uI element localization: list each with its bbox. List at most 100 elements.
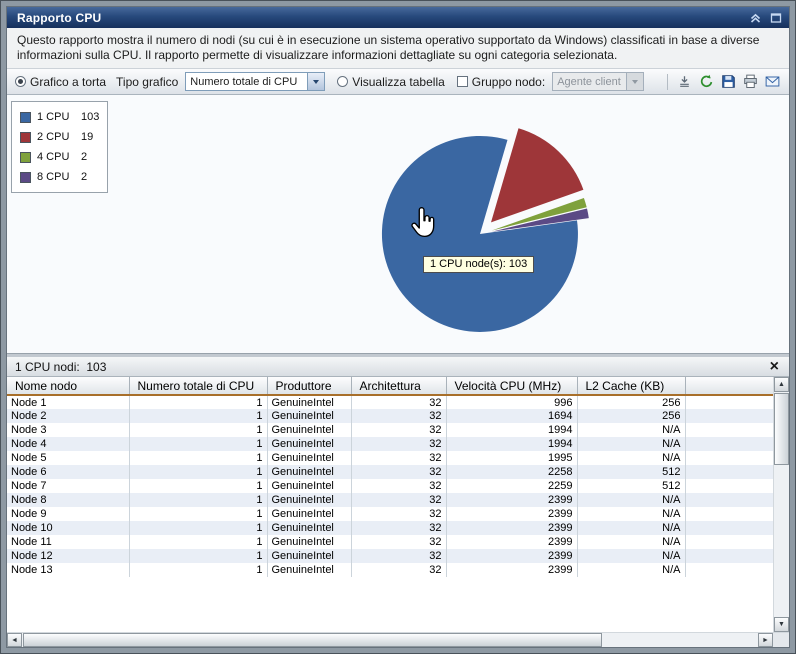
- cell-l2-cache-kb: N/A: [577, 507, 686, 521]
- cell-numero-totale-di-cpu: 1: [129, 479, 268, 493]
- cell-velocit-cpu-mhz: 2399: [446, 563, 578, 577]
- legend-item: 1 CPU 103: [20, 107, 99, 127]
- cell-l2-cache-kb: 512: [577, 479, 686, 493]
- cell-velocit-cpu-mhz: 2399: [446, 549, 578, 563]
- cell-velocit-cpu-mhz: 2399: [446, 521, 578, 535]
- legend-label: 2 CPU: [37, 131, 70, 143]
- node-group-label: Gruppo nodo:: [471, 74, 546, 89]
- cell-produttore: GenuineIntel: [267, 493, 352, 507]
- chart-type-select[interactable]: Numero totale di CPU: [185, 72, 326, 91]
- cell-l2-cache-kb: N/A: [577, 451, 686, 465]
- legend-value: 19: [81, 131, 94, 143]
- cell-l2-cache-kb: N/A: [577, 563, 686, 577]
- cell-architettura: 32: [351, 423, 447, 437]
- column-header[interactable]: L2 Cache (KB): [577, 377, 686, 396]
- table-row[interactable]: Node 11 1 GenuineIntel 32 2399 N/A: [7, 535, 773, 549]
- cell-numero-totale-di-cpu: 1: [129, 507, 268, 521]
- chevron-down-glyph: [632, 79, 639, 84]
- chart-area: 1 CPU 103 2 CPU 19 4 CPU 2 8 CPU 2 1 CPU node(s…: [7, 95, 789, 353]
- pie-chart-radio[interactable]: Grafico a torta: [15, 75, 106, 89]
- column-header[interactable]: Nome nodo: [7, 377, 130, 396]
- cell-l2-cache-kb: N/A: [577, 535, 686, 549]
- print-icon[interactable]: [742, 73, 759, 90]
- column-header[interactable]: Architettura: [351, 377, 447, 396]
- cell-l2-cache-kb: 256: [577, 409, 686, 423]
- horizontal-scrollbar[interactable]: ◄ ►: [7, 632, 789, 647]
- table-body: Node 1 1 GenuineIntel 32 996 256 Node 2 1 Genuin…: [7, 395, 773, 577]
- column-header[interactable]: Velocità CPU (MHz): [446, 377, 578, 396]
- window-title: Rapporto CPU: [17, 10, 102, 25]
- refresh-icon[interactable]: [698, 73, 715, 90]
- email-icon[interactable]: [764, 73, 781, 90]
- cell-produttore: GenuineIntel: [267, 409, 352, 423]
- cell-numero-totale-di-cpu: 1: [129, 409, 268, 423]
- cell-filler: [685, 535, 773, 549]
- cell-produttore: GenuineIntel: [267, 395, 352, 409]
- cell-numero-totale-di-cpu: 1: [129, 521, 268, 535]
- cell-architettura: 32: [351, 437, 447, 451]
- dock-panel-icon[interactable]: [676, 73, 693, 90]
- detail-table: Nome nodo Numero totale di CPU Produttore A…: [7, 377, 773, 577]
- toolbar-separator: [667, 73, 668, 90]
- maximize-icon[interactable]: [768, 11, 783, 25]
- cell-numero-totale-di-cpu: 1: [129, 395, 268, 409]
- cell-nome-nodo: Node 5: [7, 451, 130, 465]
- scroll-left-icon[interactable]: ◄: [7, 633, 22, 647]
- column-header[interactable]: Produttore: [267, 377, 352, 396]
- chevron-down-icon[interactable]: [307, 73, 325, 90]
- cell-numero-totale-di-cpu: 1: [129, 465, 268, 479]
- table-view-radio-label: Visualizza tabella: [352, 74, 445, 89]
- node-group-value: Agente client: [557, 75, 621, 88]
- cell-architettura: 32: [351, 395, 447, 409]
- node-group-checkbox[interactable]: Gruppo nodo:: [456, 74, 546, 89]
- column-header-filler: [685, 377, 773, 396]
- table-row[interactable]: Node 6 1 GenuineIntel 32 2258 512: [7, 465, 773, 479]
- scroll-up-icon[interactable]: ▲: [774, 377, 789, 392]
- scroll-down-icon[interactable]: ▼: [774, 617, 789, 632]
- table-row[interactable]: Node 5 1 GenuineIntel 32 1995 N/A: [7, 451, 773, 465]
- cell-velocit-cpu-mhz: 2259: [446, 479, 578, 493]
- titlebar[interactable]: Rapporto CPU: [7, 7, 789, 28]
- close-icon[interactable]: ×: [770, 358, 779, 374]
- table-row[interactable]: Node 1 1 GenuineIntel 32 996 256: [7, 395, 773, 409]
- pie-chart[interactable]: [7, 95, 789, 353]
- collapse-icon[interactable]: [748, 11, 763, 25]
- table-row[interactable]: Node 9 1 GenuineIntel 32 2399 N/A: [7, 507, 773, 521]
- vertical-scrollbar[interactable]: ▲ ▼: [773, 377, 789, 632]
- cell-numero-totale-di-cpu: 1: [129, 493, 268, 507]
- legend-value: 2: [81, 171, 88, 183]
- cell-velocit-cpu-mhz: 1994: [446, 423, 578, 437]
- table-row[interactable]: Node 3 1 GenuineIntel 32 1994 N/A: [7, 423, 773, 437]
- legend-label: 1 CPU: [37, 111, 70, 123]
- scrollbar-corner: [773, 633, 789, 647]
- table-row[interactable]: Node 8 1 GenuineIntel 32 2399 N/A: [7, 493, 773, 507]
- cell-architettura: 32: [351, 479, 447, 493]
- cell-nome-nodo: Node 1: [7, 395, 130, 409]
- toolbar: Grafico a torta Tipo grafico Numero tota…: [7, 69, 789, 95]
- cell-nome-nodo: Node 13: [7, 563, 130, 577]
- table-row[interactable]: Node 13 1 GenuineIntel 32 2399 N/A: [7, 563, 773, 577]
- cell-numero-totale-di-cpu: 1: [129, 563, 268, 577]
- cell-filler: [685, 409, 773, 423]
- cell-produttore: GenuineIntel: [267, 549, 352, 563]
- horizontal-scroll-thumb[interactable]: [23, 633, 602, 647]
- detail-panel-header: 1 CPU nodi: 103 ×: [7, 357, 789, 377]
- column-header[interactable]: Numero totale di CPU: [129, 377, 268, 396]
- table-view-radio[interactable]: Visualizza tabella: [337, 75, 445, 89]
- cell-l2-cache-kb: N/A: [577, 493, 686, 507]
- cell-nome-nodo: Node 8: [7, 493, 130, 507]
- table-row[interactable]: Node 4 1 GenuineIntel 32 1994 N/A: [7, 437, 773, 451]
- vertical-scroll-thumb[interactable]: [774, 393, 789, 465]
- cell-numero-totale-di-cpu: 1: [129, 535, 268, 549]
- cell-architettura: 32: [351, 535, 447, 549]
- table-row[interactable]: Node 7 1 GenuineIntel 32 2259 512: [7, 479, 773, 493]
- scroll-right-icon[interactable]: ►: [758, 633, 773, 647]
- detail-panel: 1 CPU nodi: 103 × Nome nodo Numero totale…: [7, 357, 789, 647]
- cell-nome-nodo: Node 6: [7, 465, 130, 479]
- table-row[interactable]: Node 10 1 GenuineIntel 32 2399 N/A: [7, 521, 773, 535]
- table-row[interactable]: Node 12 1 GenuineIntel 32 2399 N/A: [7, 549, 773, 563]
- table-region: Nome nodo Numero totale di CPU Produttore A…: [7, 377, 789, 632]
- save-icon[interactable]: [720, 73, 737, 90]
- legend-swatch-icon: [20, 171, 31, 183]
- table-row[interactable]: Node 2 1 GenuineIntel 32 1694 256: [7, 409, 773, 423]
